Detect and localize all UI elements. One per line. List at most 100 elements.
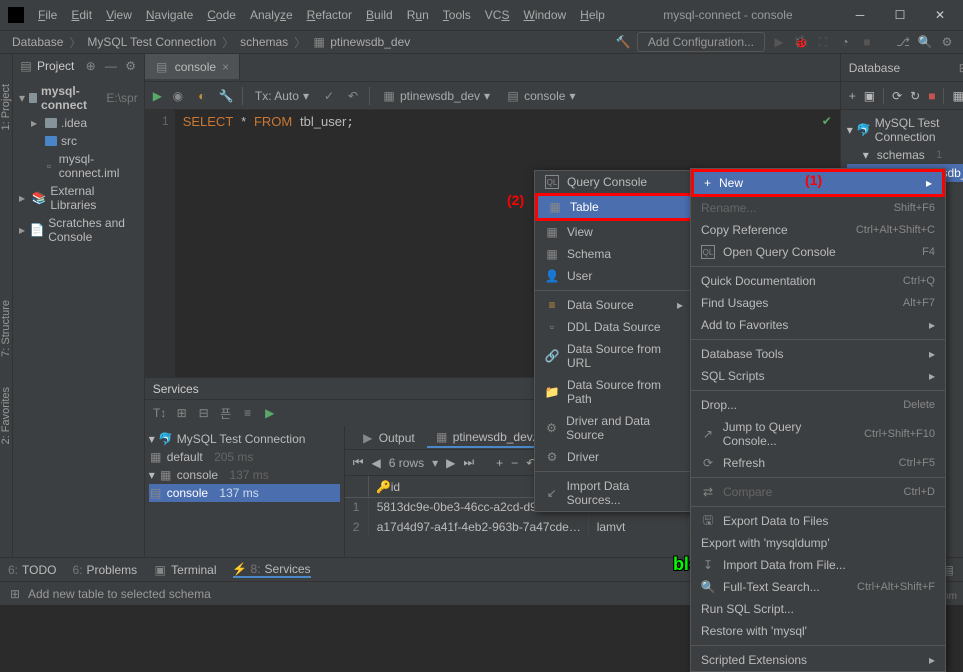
menu-full-text-search[interactable]: 🔍Full-Text Search...Ctrl+Alt+Shift+F xyxy=(691,576,945,598)
tab-structure[interactable]: 7: Structure xyxy=(0,300,12,357)
toggle-panels-icon[interactable]: ⊞ xyxy=(8,587,22,601)
sync-icon[interactable]: ↻ xyxy=(910,89,920,103)
filter-icon[interactable]: T↕ xyxy=(153,406,167,420)
flat-icon[interactable]: ≡ xyxy=(241,406,255,420)
explain-icon[interactable]: ◐ xyxy=(194,88,210,104)
menu-code[interactable]: Code xyxy=(201,6,242,24)
maximize-button[interactable]: ☐ xyxy=(885,8,915,22)
search-icon[interactable]: 🔍 xyxy=(917,34,933,50)
menu-copy-reference[interactable]: Copy ReferenceCtrl+Alt+Shift+C xyxy=(691,219,945,241)
execute-plan-icon[interactable]: ◉ xyxy=(170,88,186,104)
menu-data-source[interactable]: ≡Data Source▸ xyxy=(535,294,693,316)
next-page-icon[interactable]: ▶ xyxy=(446,456,455,470)
commit-icon[interactable]: ✓ xyxy=(321,88,337,104)
coverage-icon[interactable]: ⛶ xyxy=(815,34,831,50)
db-schemas[interactable]: ▾schemas 1 xyxy=(847,146,963,164)
menu-schema[interactable]: ▦Schema xyxy=(535,243,693,265)
layout-icon[interactable]: ⊞ xyxy=(957,61,963,75)
menu-window[interactable]: Window xyxy=(517,6,572,24)
tab-terminal[interactable]: ▣Terminal xyxy=(153,563,216,577)
menu-ddl-data-source[interactable]: ▫DDL Data Source xyxy=(535,316,693,338)
menu-sql-scripts[interactable]: SQL Scripts▸ xyxy=(691,365,945,387)
tree-icon[interactable]: 픈 xyxy=(219,406,233,420)
stop-icon[interactable]: ■ xyxy=(928,89,935,103)
editor-tab-console[interactable]: ▤ console × xyxy=(145,54,240,81)
tab-problems[interactable]: 6:Problems xyxy=(72,563,137,577)
run-icon[interactable]: ▶ xyxy=(771,34,787,50)
tree-root[interactable]: ▾mysql-connect E:\spr xyxy=(19,82,138,114)
menu-find-usages[interactable]: Find UsagesAlt+F7 xyxy=(691,292,945,314)
menu-edit[interactable]: Edit xyxy=(65,6,98,24)
menu-navigate[interactable]: Navigate xyxy=(140,6,199,24)
menu-refactor[interactable]: Refactor xyxy=(301,6,358,24)
db-connection[interactable]: ▾🐬MySQL Test Connection 1 of 11 xyxy=(847,114,963,146)
crumb-connection[interactable]: MySQL Test Connection xyxy=(83,35,220,49)
menu-database-tools[interactable]: Database Tools▸ xyxy=(691,343,945,365)
debug-icon[interactable]: 🐞 xyxy=(793,34,809,50)
git-icon[interactable]: ⎇ xyxy=(895,34,911,50)
tree-iml[interactable]: ▫mysql-connect.iml xyxy=(19,150,138,182)
tree-external[interactable]: ▸📚External Libraries xyxy=(19,182,138,214)
menu-data-source-path[interactable]: 📁Data Source from Path xyxy=(535,374,693,410)
menu-vcs[interactable]: VCS xyxy=(479,6,516,24)
execute-icon[interactable]: ▶ xyxy=(153,89,162,103)
tree-scratches[interactable]: ▸📄Scratches and Console xyxy=(19,214,138,246)
menu-quick-doc[interactable]: Quick DocumentationCtrl+Q xyxy=(691,270,945,292)
menu-add-favorites[interactable]: Add to Favorites▸ xyxy=(691,314,945,336)
tab-todo[interactable]: 6:TODO xyxy=(8,563,56,577)
svc-connection[interactable]: ▾🐬MySQL Test Connection xyxy=(149,430,340,448)
menu-jump-query-console[interactable]: ↗Jump to Query Console...Ctrl+Shift+F10 xyxy=(691,416,945,452)
select-opened-icon[interactable]: ⊕ xyxy=(84,59,98,73)
expand-icon[interactable]: ⊞ xyxy=(175,406,189,420)
run-config-select[interactable]: Add Configuration... xyxy=(637,32,765,52)
settings-icon[interactable]: 🔧 xyxy=(218,88,234,104)
gear-icon[interactable]: ⚙ xyxy=(124,59,138,73)
menu-table[interactable]: ▦Table xyxy=(535,193,693,221)
tab-favorites[interactable]: 2: Favorites xyxy=(0,387,12,444)
menu-data-source-url[interactable]: 🔗Data Source from URL xyxy=(535,338,693,374)
first-page-icon[interactable]: ⏮ xyxy=(353,455,364,470)
schema-select[interactable]: ▦ptinewsdb_dev ▾ xyxy=(378,87,494,105)
menu-rename[interactable]: Rename...Shift+F6 xyxy=(691,197,945,219)
collapse-icon[interactable]: — xyxy=(104,59,118,73)
menu-driver[interactable]: ⚙Driver xyxy=(535,446,693,468)
menu-view[interactable]: View xyxy=(100,6,138,24)
menu-analyze[interactable]: Analyze xyxy=(244,6,299,24)
svc-console[interactable]: ▾▦console 137 ms xyxy=(149,466,340,484)
profile-icon[interactable]: ◔ xyxy=(837,34,853,50)
tab-services[interactable]: ⚡8:Services xyxy=(233,562,311,578)
settings-icon[interactable]: ⚙ xyxy=(939,34,955,50)
table-icon[interactable]: ▦ xyxy=(952,89,963,103)
menu-import-file[interactable]: ↧Import Data from File... xyxy=(691,554,945,576)
menu-compare[interactable]: ⇄CompareCtrl+D xyxy=(691,481,945,503)
menu-help[interactable]: Help xyxy=(574,6,611,24)
menu-query-console[interactable]: QLQuery Console xyxy=(535,171,693,193)
svc-default[interactable]: ▦default 205 ms xyxy=(149,448,340,466)
menu-user[interactable]: 👤User xyxy=(535,265,693,287)
add-icon[interactable]: + xyxy=(849,89,856,103)
last-page-icon[interactable]: ⏭ xyxy=(463,455,474,470)
menu-export-mysqldump[interactable]: Export with 'mysqldump' xyxy=(691,532,945,554)
tree-src[interactable]: src xyxy=(19,132,138,150)
menu-export-files[interactable]: 🖫Export Data to Files xyxy=(691,510,945,532)
menu-restore-mysql[interactable]: Restore with 'mysql' xyxy=(691,620,945,642)
minimize-button[interactable]: ─ xyxy=(845,8,875,22)
build-icon[interactable]: 🔨 xyxy=(615,34,631,50)
duplicate-icon[interactable]: ▣ xyxy=(864,89,875,103)
remove-row-icon[interactable]: − xyxy=(511,456,518,470)
prev-page-icon[interactable]: ◀ xyxy=(372,456,381,470)
menu-refresh[interactable]: ⟳RefreshCtrl+F5 xyxy=(691,452,945,474)
menu-import-datasources[interactable]: ↙Import Data Sources... xyxy=(535,475,693,511)
console-select[interactable]: ▤console ▾ xyxy=(502,87,579,105)
crumb-db[interactable]: ▦ptinewsdb_dev xyxy=(308,35,414,49)
menu-run-sql-script[interactable]: Run SQL Script... xyxy=(691,598,945,620)
tab-output[interactable]: ▶Output xyxy=(353,429,423,447)
menu-file[interactable]: File xyxy=(32,6,63,24)
menu-open-query-console[interactable]: QLOpen Query ConsoleF4 xyxy=(691,241,945,263)
close-tab-icon[interactable]: × xyxy=(222,60,229,74)
menu-view[interactable]: ▦View xyxy=(535,221,693,243)
run-icon[interactable]: ▶ xyxy=(263,406,277,420)
menu-scripted-extensions[interactable]: Scripted Extensions▸ xyxy=(691,649,945,671)
crumb-database[interactable]: Database xyxy=(8,35,67,49)
menu-drop[interactable]: Drop...Delete xyxy=(691,394,945,416)
